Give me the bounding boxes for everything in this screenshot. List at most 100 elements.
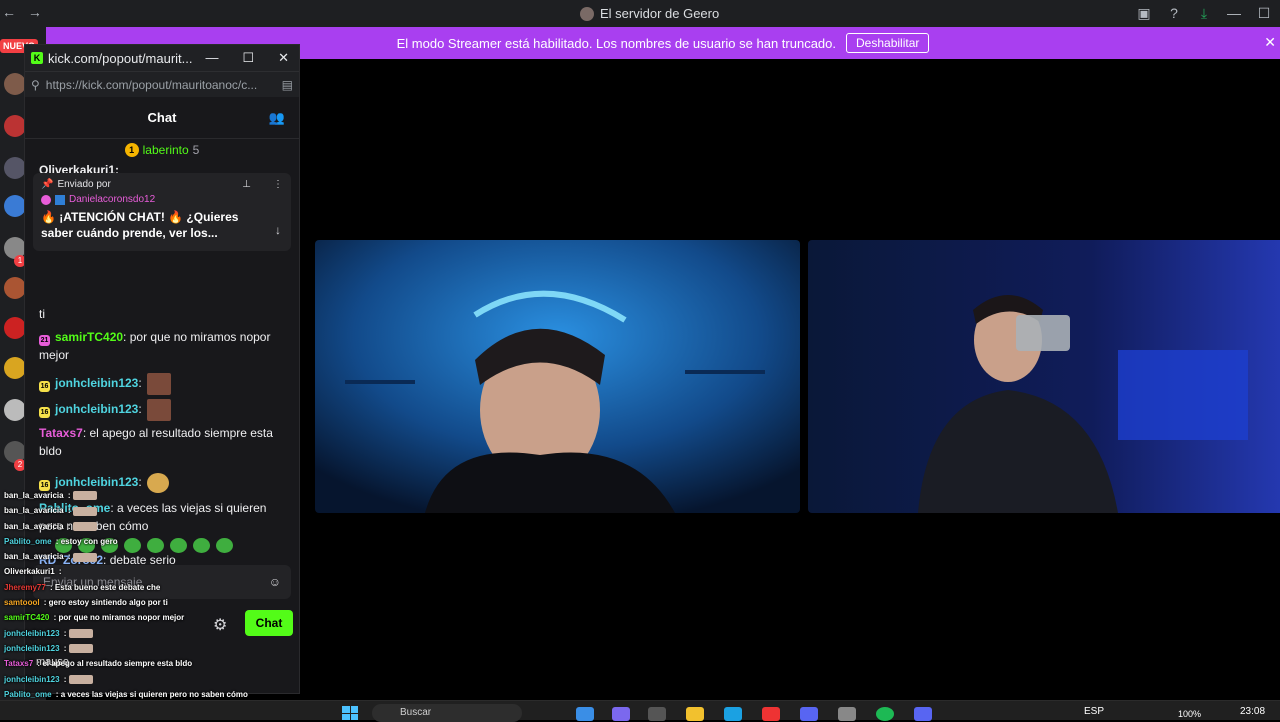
clock[interactable]: 23:08	[1240, 706, 1265, 717]
folder-icon[interactable]	[686, 707, 704, 721]
popout-url[interactable]: https://kick.com/popout/mauritoanoc/c...	[46, 78, 276, 92]
server-icon-9[interactable]	[4, 399, 26, 421]
server-icon-2[interactable]	[4, 115, 26, 137]
chat-message[interactable]: Tataxs7: el apego al resultado siempre e…	[39, 424, 285, 460]
overlay-emote	[68, 629, 93, 639]
overlay-username: jonhcleibin123	[4, 643, 60, 653]
close-icon[interactable]: ✕	[278, 50, 289, 66]
webcam-feed-left	[315, 240, 800, 513]
overlay-username: ban_la_avaricia	[4, 552, 64, 562]
overlay-chat-line: samtoool : gero estoy sintiendo algo por…	[4, 595, 304, 610]
overlay-text: por que no miramos nopor mejor	[58, 613, 185, 623]
maximize-icon[interactable]: ☐	[242, 50, 254, 66]
chat-header-title: Chat	[147, 110, 177, 125]
forward-arrow-icon[interactable]: →	[28, 4, 46, 20]
chat-emote[interactable]	[147, 373, 172, 395]
kick-logo-icon: K	[31, 52, 43, 64]
download-icon[interactable]: ⤓	[1196, 5, 1212, 21]
overlay-text: gero estoy sintiendo algo por ti	[48, 598, 168, 608]
chat-message[interactable]: 16 jonhcleibin123:	[39, 399, 285, 421]
overlay-chat-line: ban_la_avaricia :	[4, 549, 304, 564]
chat-message[interactable]: ti	[39, 305, 285, 323]
reader-mode-icon[interactable]: ▤	[282, 78, 293, 92]
nav-arrows[interactable]: ← →	[2, 4, 46, 20]
server-icon-1[interactable]	[4, 73, 26, 95]
sub-badge-icon	[55, 194, 65, 205]
expand-icon[interactable]: ↓	[275, 223, 281, 237]
discord-titlebar: ← → El servidor de Geero ▣ ? ⤓ — ☐	[0, 0, 1280, 27]
server-icon-7[interactable]	[4, 317, 26, 339]
overlay-chat-line: ban_la_avaricia :	[4, 488, 304, 503]
chat-username[interactable]: jonhcleibin123	[55, 402, 138, 416]
overlay-username: samtoool	[4, 598, 40, 608]
window-title: El servidor de Geero	[580, 6, 719, 21]
spotify-icon[interactable]	[876, 707, 894, 721]
overlay-chat-line: ban_la_avaricia :	[4, 503, 304, 518]
overlay-username: ban_la_avaricia	[4, 506, 64, 516]
close-banner-icon[interactable]: ✕	[1264, 34, 1276, 51]
chat-username[interactable]: Tataxs7	[39, 426, 83, 440]
server-icon-4[interactable]	[4, 195, 26, 217]
overlay-username: ban_la_avaricia	[4, 491, 64, 500]
taskbar-app-icon[interactable]	[576, 707, 594, 721]
separator: :	[138, 402, 146, 417]
server-icon-3[interactable]	[4, 157, 26, 179]
separator: :	[61, 628, 69, 638]
leaderboard-count: 5	[192, 143, 200, 157]
help-icon[interactable]: ?	[1166, 5, 1182, 21]
pushpin-icon: 📌	[41, 179, 54, 190]
minimize-icon[interactable]: —	[1226, 5, 1242, 21]
browser-icon[interactable]	[724, 707, 742, 721]
overlay-emote	[68, 674, 93, 684]
users-icon[interactable]: 👥	[269, 110, 285, 126]
taskbar-app-icon[interactable]	[648, 707, 666, 721]
more-options-icon[interactable]: ⋮	[273, 179, 283, 190]
inbox-icon[interactable]: ▣	[1136, 5, 1152, 21]
minimize-icon[interactable]: —	[205, 50, 218, 66]
overlay-username: Pablito_ome	[4, 536, 52, 546]
taskbar-app-icon[interactable]	[800, 707, 818, 721]
unpin-icon[interactable]: ⊥	[242, 179, 251, 190]
video-tile-geero[interactable]	[315, 240, 800, 513]
taskbar-app-icon[interactable]	[612, 707, 630, 721]
chat-message[interactable]: 16 jonhcleibin123:	[39, 373, 285, 395]
settings-icon[interactable]	[838, 707, 856, 721]
battery-level: 100%	[1178, 709, 1202, 719]
overlay-chat-line: jonhcleibin123 :	[4, 641, 304, 656]
language-indicator[interactable]: ESP	[1084, 706, 1104, 717]
server-icon-8[interactable]	[4, 357, 26, 379]
chat-username[interactable]: samirTC420	[55, 330, 123, 344]
pinned-message[interactable]: 📌 Enviado por ⊥ ⋮ Danielacoronsdo12 🔥 ¡A…	[33, 173, 291, 251]
separator: :	[53, 689, 61, 699]
server-icon-6[interactable]	[4, 277, 26, 299]
overlay-username: jonhcleibin123	[4, 628, 60, 638]
windows-start-icon[interactable]	[342, 706, 358, 720]
taskbar-search[interactable]: Buscar	[372, 704, 522, 722]
overlay-chat-line: Jheremy77 : Esta bueno este debate che	[4, 580, 304, 595]
site-info-icon[interactable]: ⚲	[31, 78, 40, 92]
disable-streamer-mode-button[interactable]: Deshabilitar	[846, 33, 930, 53]
video-tile-guest[interactable]	[808, 240, 1280, 513]
window-title-text: El servidor de Geero	[600, 6, 720, 21]
chat-username[interactable]: jonhcleibin123	[55, 376, 138, 390]
chat-emote[interactable]	[147, 399, 172, 421]
separator: :	[65, 521, 73, 531]
pinned-user[interactable]: Danielacoronsdo12	[69, 194, 155, 205]
separator: :	[65, 506, 73, 516]
separator: :	[61, 674, 69, 684]
leaderboard-banner[interactable]: 1 laberinto 5	[25, 139, 299, 161]
overlay-text: Esta bueno este debate che	[54, 582, 161, 592]
separator: :	[41, 598, 49, 608]
taskbar-app-icon[interactable]	[762, 707, 780, 721]
chat-header: Chat 👥	[25, 97, 299, 139]
chat-message[interactable]: 21 samirTC420: por que no miramos nopor m…	[39, 328, 285, 364]
back-arrow-icon[interactable]: ←	[2, 4, 20, 20]
overlay-emote	[72, 491, 97, 501]
taskbar-search-placeholder: Buscar	[400, 707, 432, 718]
server-icon	[580, 6, 594, 21]
maximize-icon[interactable]: ☐	[1256, 5, 1272, 21]
separator: :	[65, 491, 73, 500]
discord-icon[interactable]	[914, 707, 932, 721]
separator: :	[65, 552, 73, 562]
overlay-text: estoy con gero	[60, 536, 118, 546]
